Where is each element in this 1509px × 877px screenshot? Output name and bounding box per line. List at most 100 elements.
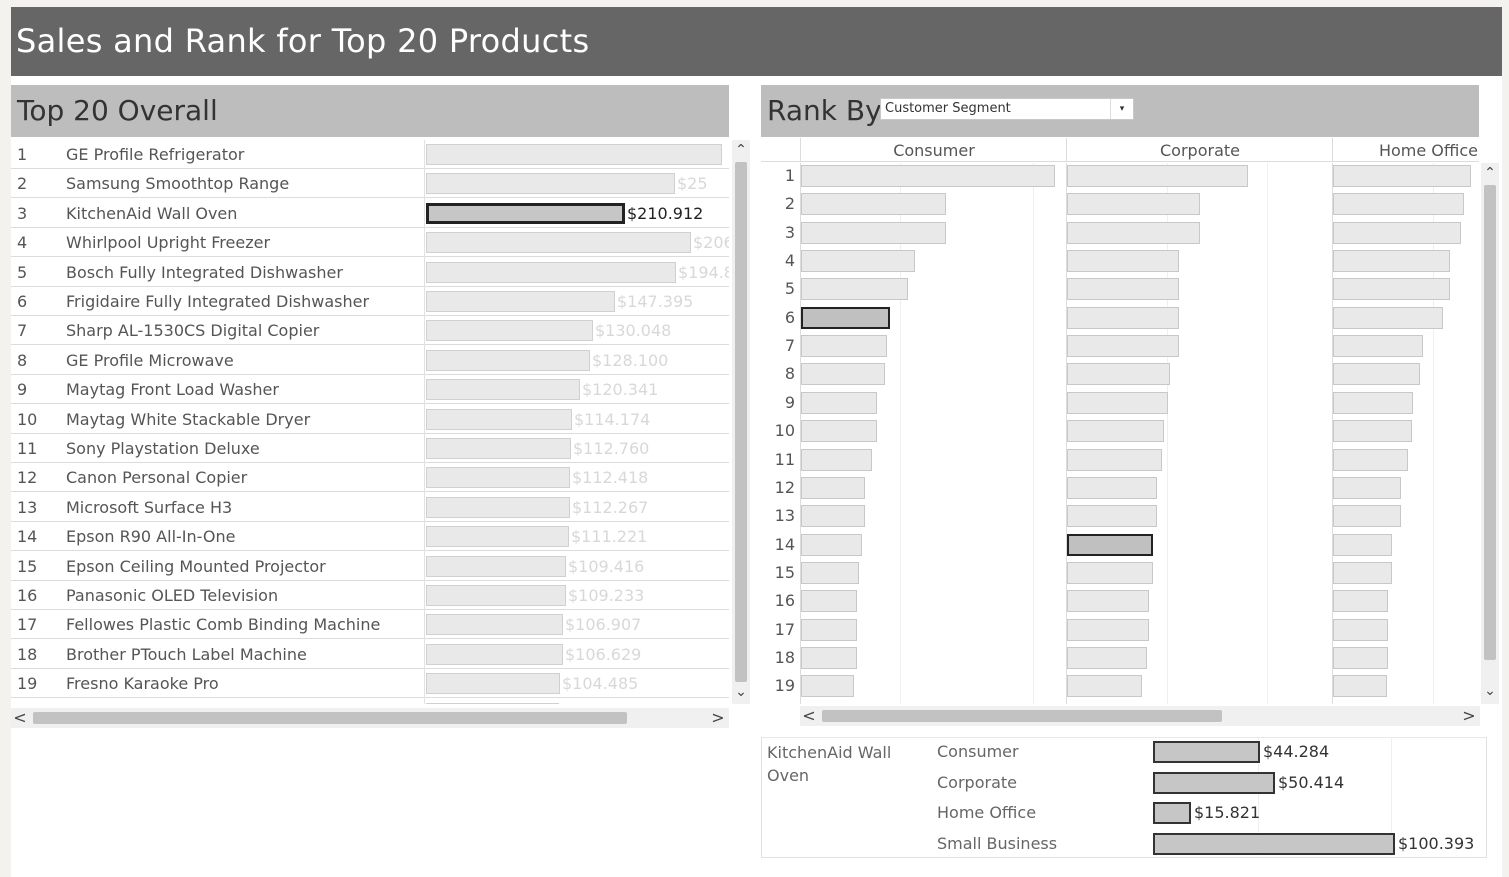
rank-bar-home-office[interactable] [1333, 675, 1387, 698]
rank-bar-consumer[interactable] [801, 646, 857, 669]
rank-bar-corporate[interactable] [1067, 278, 1179, 301]
scroll-left-icon[interactable]: < [800, 706, 818, 726]
sales-bar[interactable] [426, 320, 593, 342]
left-horizontal-scrollbar[interactable]: < > [11, 708, 729, 728]
rank-bar-corporate[interactable] [1067, 335, 1179, 358]
table-row[interactable]: 10 Maytag White Stackable Dryer $114.174 [11, 405, 729, 434]
rank-bar-home-office[interactable] [1333, 476, 1401, 499]
rank-bar-corporate[interactable] [1067, 646, 1147, 669]
sales-bar[interactable] [426, 555, 566, 577]
detail-segment-bar[interactable] [1153, 802, 1191, 824]
rank-bar-consumer[interactable] [801, 250, 915, 273]
sales-bar[interactable] [426, 173, 675, 195]
rank-bar-consumer[interactable] [801, 505, 865, 528]
rank-bar-corporate[interactable] [1067, 193, 1200, 216]
sales-bar[interactable] [426, 291, 615, 312]
rank-bar-consumer[interactable] [801, 335, 887, 358]
rank-bar-home-office[interactable] [1333, 165, 1471, 187]
rank-bar-consumer[interactable] [801, 391, 877, 414]
rank-bar-home-office[interactable] [1333, 278, 1450, 301]
left-vertical-scrollbar[interactable]: ⌃ ⌄ [732, 140, 750, 704]
sales-bar[interactable] [426, 702, 559, 704]
scroll-up-icon[interactable]: ⌃ [1481, 165, 1499, 181]
rank-bar-consumer[interactable] [801, 561, 859, 584]
rank-bar-corporate[interactable] [1067, 165, 1248, 187]
scroll-thumb[interactable] [1484, 185, 1496, 660]
scroll-thumb[interactable] [822, 710, 1222, 722]
sales-bar[interactable] [426, 379, 580, 401]
table-row[interactable]: 5 Bosch Fully Integrated Dishwasher $194.8… [11, 258, 729, 287]
sales-bar[interactable] [426, 496, 570, 518]
rank-bar-home-office[interactable] [1333, 193, 1464, 216]
scroll-down-icon[interactable]: ⌄ [1481, 683, 1499, 699]
scroll-down-icon[interactable]: ⌄ [732, 684, 750, 700]
rank-bar-home-office[interactable] [1333, 618, 1388, 641]
rank-bar-consumer[interactable] [801, 618, 857, 641]
table-row[interactable]: 3 KitchenAid Wall Oven $210.912 [11, 199, 729, 228]
scroll-thumb[interactable] [33, 712, 627, 724]
sales-bar[interactable] [426, 438, 571, 459]
rank-bar-corporate[interactable] [1067, 363, 1170, 386]
rank-bar-corporate[interactable] [1067, 221, 1200, 244]
rank-bar-consumer[interactable] [801, 363, 885, 386]
rank-bar-consumer[interactable] [801, 278, 908, 301]
rank-bar-consumer[interactable] [801, 165, 1055, 187]
table-row[interactable]: 7 Sharp AL-1530CS Digital Copier $130.048 [11, 316, 729, 346]
rank-bar-home-office[interactable] [1333, 420, 1412, 443]
table-row[interactable]: 9 Maytag Front Load Washer $120.341 [11, 375, 729, 405]
table-row[interactable]: 12 Canon Personal Copier $112.418 [11, 463, 729, 493]
detail-segment-bar[interactable] [1153, 741, 1260, 763]
rank-bar-corporate[interactable] [1067, 533, 1153, 556]
rank-bar-home-office[interactable] [1333, 306, 1443, 329]
sales-bar[interactable] [426, 614, 563, 636]
rank-bar-corporate[interactable] [1067, 675, 1142, 698]
rank-bar-consumer[interactable] [801, 221, 946, 244]
sales-bar[interactable] [426, 585, 566, 606]
sales-bar[interactable] [426, 261, 676, 283]
scroll-thumb[interactable] [735, 162, 747, 682]
rank-bar-home-office[interactable] [1333, 646, 1388, 669]
table-row[interactable]: 20 [11, 699, 729, 704]
sales-bar[interactable] [426, 202, 625, 224]
sales-bar[interactable] [426, 467, 570, 489]
detail-segment-bar[interactable] [1153, 771, 1275, 794]
rank-bar-consumer[interactable] [801, 420, 877, 443]
detail-segment-bar[interactable] [1153, 832, 1395, 855]
rank-bar-corporate[interactable] [1067, 391, 1168, 414]
sales-bar[interactable] [426, 349, 590, 371]
rank-bar-corporate[interactable] [1067, 306, 1179, 329]
table-row[interactable]: 14 Epson R90 All-In-One $111.221 [11, 522, 729, 552]
scroll-left-icon[interactable]: < [11, 708, 29, 728]
sales-bar[interactable] [426, 643, 563, 665]
rank-bar-home-office[interactable] [1333, 221, 1461, 244]
table-row[interactable]: 6 Frigidaire Fully Integrated Dishwasher $… [11, 287, 729, 316]
rank-bar-corporate[interactable] [1067, 505, 1157, 528]
table-row[interactable]: 2 Samsung Smoothtop Range $25 [11, 169, 729, 199]
sales-bar[interactable] [426, 408, 572, 430]
rank-bar-consumer[interactable] [801, 306, 890, 329]
chevron-down-icon[interactable]: ▾ [1110, 99, 1133, 119]
table-row[interactable]: 4 Whirlpool Upright Freezer $206.493 [11, 228, 729, 258]
rank-bar-consumer[interactable] [801, 193, 946, 216]
table-row[interactable]: 13 Microsoft Surface H3 $112.267 [11, 493, 729, 522]
scroll-right-icon[interactable]: > [1460, 706, 1478, 726]
rank-bar-corporate[interactable] [1067, 561, 1153, 584]
table-row[interactable]: 19 Fresno Karaoke Pro $104.485 [11, 669, 729, 699]
table-row[interactable]: 8 GE Profile Microwave $128.100 [11, 346, 729, 375]
scroll-up-icon[interactable]: ⌃ [732, 142, 750, 158]
rank-bar-home-office[interactable] [1333, 590, 1388, 613]
sales-bar[interactable] [426, 673, 560, 695]
sales-bar[interactable] [426, 232, 691, 254]
sales-bar[interactable] [426, 144, 722, 165]
rank-bar-home-office[interactable] [1333, 391, 1413, 414]
rank-bar-consumer[interactable] [801, 590, 857, 613]
rank-bar-consumer[interactable] [801, 448, 872, 471]
right-vertical-scrollbar[interactable]: ⌃ ⌄ [1481, 163, 1499, 704]
rank-bar-corporate[interactable] [1067, 250, 1179, 273]
sales-bar[interactable] [426, 526, 569, 548]
rank-bar-corporate[interactable] [1067, 448, 1162, 471]
rank-bar-corporate[interactable] [1067, 420, 1164, 443]
rank-bar-consumer[interactable] [801, 476, 865, 499]
table-row[interactable]: 11 Sony Playstation Deluxe $112.760 [11, 434, 729, 463]
table-row[interactable]: 18 Brother PTouch Label Machine $106.629 [11, 640, 729, 669]
